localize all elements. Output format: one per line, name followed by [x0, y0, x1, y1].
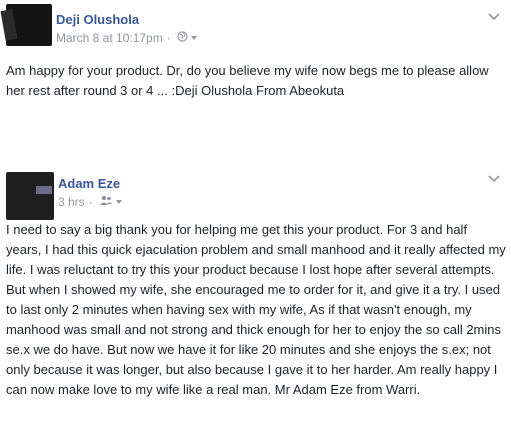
chevron-down-icon[interactable]	[485, 172, 503, 186]
meta-separator: ·	[88, 195, 93, 209]
friends-icon[interactable]	[99, 195, 113, 209]
post-adam: Adam Eze 3 hrs · I need to say a big tha…	[0, 166, 511, 434]
avatar[interactable]	[6, 172, 54, 220]
meta-separator: ·	[166, 31, 171, 45]
avatar-redaction	[36, 186, 52, 194]
post-text: I need to say a big thank you for helpin…	[6, 222, 506, 397]
globe-icon[interactable]	[177, 31, 188, 45]
audience-dropdown-icon[interactable]	[190, 31, 198, 45]
chevron-down-icon[interactable]	[485, 10, 503, 24]
post-timestamp[interactable]: 3 hrs	[58, 195, 85, 209]
avatar[interactable]	[0, 4, 52, 46]
post-deji: Deji Olushola March 8 at 10:17pm · Am ha…	[0, 0, 511, 120]
avatar-redaction	[0, 9, 18, 41]
post-meta: March 8 at 10:17pm ·	[56, 31, 198, 45]
post-meta: 3 hrs ·	[58, 195, 123, 209]
post-timestamp[interactable]: March 8 at 10:17pm	[56, 31, 163, 45]
audience-dropdown-icon[interactable]	[115, 195, 123, 209]
post-text: Am happy for your product. Dr, do you be…	[6, 63, 489, 98]
post-author-name[interactable]: Adam Eze	[58, 176, 120, 191]
post-author-name[interactable]: Deji Olushola	[56, 12, 139, 27]
